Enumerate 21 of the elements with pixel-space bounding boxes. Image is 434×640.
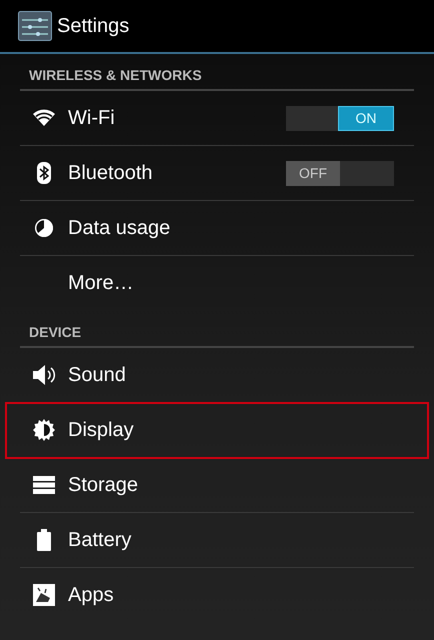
settings-item[interactable]: Apps [20, 568, 414, 623]
settings-item[interactable]: Storage [20, 458, 414, 513]
section-header: WIRELESS & NETWORKS [20, 54, 414, 91]
settings-item[interactable]: Battery [20, 513, 414, 568]
settings-app-icon[interactable] [18, 11, 52, 41]
highlighted-settings-item[interactable]: Display [6, 403, 428, 458]
pie-chart-icon [34, 218, 54, 238]
settings-item[interactable]: Wi-Fi ON [20, 91, 414, 146]
toggle-switch[interactable]: OFF [286, 160, 394, 186]
wifi-icon [33, 109, 55, 127]
speaker-icon [32, 364, 56, 386]
settings-item[interactable]: Bluetooth OFF [20, 146, 414, 201]
app-title: Settings [57, 14, 130, 38]
settings-item[interactable]: Sound [20, 348, 414, 403]
bluetooth-icon [36, 162, 52, 184]
battery-icon [37, 529, 51, 551]
storage-icon [33, 476, 55, 494]
settings-item[interactable]: More… [20, 256, 414, 311]
settings-item[interactable]: Data usage [20, 201, 414, 256]
brightness-icon [33, 419, 55, 441]
section-header: DEVICE [20, 311, 414, 348]
